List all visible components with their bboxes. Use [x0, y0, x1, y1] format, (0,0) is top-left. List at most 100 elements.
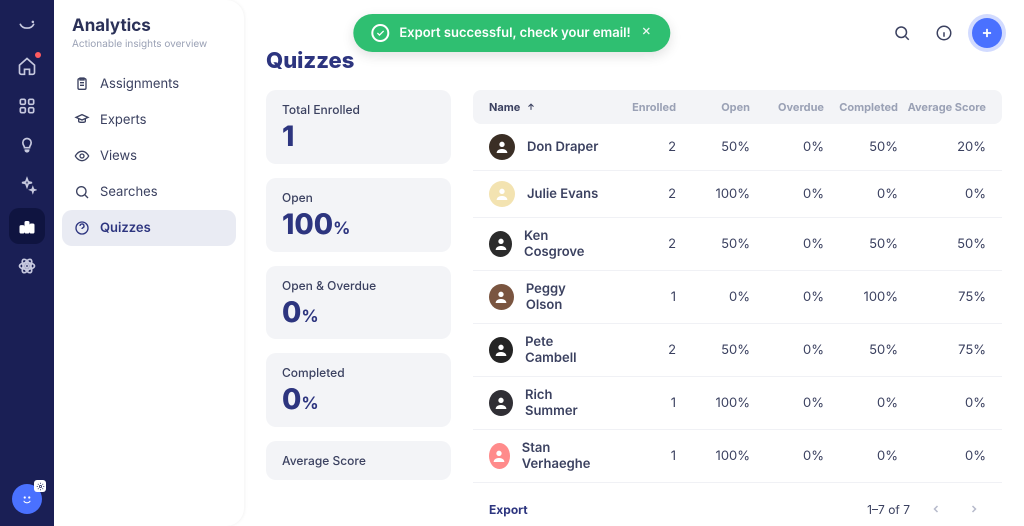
main: Quizzes Total Enrolled1Open100%Open & Ov…: [244, 0, 1024, 526]
sidebar-item-label: Searches: [100, 184, 158, 200]
cell-avg: 75%: [898, 289, 986, 305]
search-icon[interactable]: [888, 19, 916, 47]
table-row[interactable]: Julie Evans2100%0%0%0%: [473, 171, 1002, 218]
column-enrolled[interactable]: Enrolled: [602, 100, 676, 114]
pager-range: 1–7 of 7: [867, 502, 910, 517]
cell-open: 50%: [676, 236, 750, 252]
nav-rail: [0, 0, 54, 526]
avatar: [489, 337, 513, 363]
cell-avg: 20%: [898, 139, 986, 155]
table-row[interactable]: Ken Cosgrove250%0%50%50%: [473, 218, 1002, 271]
stat-card-open: Open 100%: [266, 178, 451, 252]
stat-card-completed: Completed 0%: [266, 353, 451, 427]
rail-atom[interactable]: [9, 248, 45, 284]
cell-overdue: 0%: [750, 289, 824, 305]
cell-overdue: 0%: [750, 395, 824, 411]
cell-enrolled: 1: [602, 448, 676, 464]
cell-name: Ken Cosgrove: [524, 228, 602, 260]
toast-message: Export successful, check your email!: [399, 25, 630, 41]
top-actions: [888, 18, 1002, 48]
stat-value: 0%: [282, 297, 435, 328]
check-icon: [371, 24, 389, 42]
export-button[interactable]: Export: [489, 502, 528, 517]
cell-completed: 100%: [824, 289, 898, 305]
cell-avg: 0%: [898, 448, 986, 464]
cell-avg: 75%: [898, 342, 986, 358]
sidebar-item-views[interactable]: Views: [62, 138, 236, 174]
column-open[interactable]: Open: [676, 100, 750, 114]
avatar: [489, 284, 514, 310]
avatar: [489, 231, 512, 257]
cell-open: 0%: [676, 289, 750, 305]
stat-value: 1: [282, 121, 435, 152]
sidebar-item-quizzes[interactable]: Quizzes: [62, 210, 236, 246]
cell-overdue: 0%: [750, 139, 824, 155]
avatar: [489, 390, 513, 416]
cell-completed: 0%: [824, 448, 898, 464]
submenu-subtitle: Actionable insights overview: [72, 38, 226, 50]
cell-enrolled: 2: [602, 342, 676, 358]
sidebar-item-label: Views: [100, 148, 137, 164]
cell-completed: 0%: [824, 186, 898, 202]
cell-avg: 0%: [898, 186, 986, 202]
cell-name: Rich Summer: [525, 387, 602, 419]
gear-icon: [34, 480, 46, 492]
cell-overdue: 0%: [750, 448, 824, 464]
rail-apps[interactable]: [9, 88, 45, 124]
cell-open: 100%: [676, 186, 750, 202]
sort-asc-icon: [526, 102, 536, 112]
cell-completed: 50%: [824, 236, 898, 252]
avatar: [489, 181, 515, 207]
table-row[interactable]: Pete Cambell250%0%50%75%: [473, 324, 1002, 377]
add-button[interactable]: [972, 18, 1002, 48]
cell-name: Julie Evans: [527, 186, 598, 202]
table-footer: Export 1–7 of 7: [473, 483, 1002, 526]
cell-name: Stan Verhaeghe: [522, 440, 602, 472]
cell-overdue: 0%: [750, 236, 824, 252]
cell-open: 100%: [676, 448, 750, 464]
rail-logo[interactable]: [9, 8, 45, 44]
rail-analytics[interactable]: [9, 208, 45, 244]
rail-knowledge[interactable]: [9, 128, 45, 164]
rail-user-avatar[interactable]: [12, 484, 42, 514]
stat-label: Average Score: [282, 453, 435, 468]
table-row[interactable]: Peggy Olson10%0%100%75%: [473, 271, 1002, 324]
sidebar-item-searches[interactable]: Searches: [62, 174, 236, 210]
stat-label: Total Enrolled: [282, 102, 435, 117]
stat-label: Open: [282, 190, 435, 205]
stat-card-average_score: Average Score: [266, 441, 451, 480]
pager-prev[interactable]: [924, 497, 948, 521]
column-name[interactable]: Name: [489, 100, 602, 114]
stat-value: 0%: [282, 384, 435, 415]
toast-close[interactable]: [641, 25, 653, 41]
sidebar-item-assignments[interactable]: Assignments: [62, 66, 236, 102]
column-completed[interactable]: Completed: [824, 100, 898, 114]
cell-enrolled: 2: [602, 236, 676, 252]
column-avg[interactable]: Average Score: [898, 100, 986, 114]
toast-success: Export successful, check your email!: [353, 14, 670, 52]
table-header: Name Enrolled Open Overdue Completed Ave…: [473, 90, 1002, 124]
info-icon[interactable]: [930, 19, 958, 47]
stat-card-total_enrolled: Total Enrolled 1: [266, 90, 451, 164]
sidebar-item-label: Experts: [100, 112, 147, 128]
stat-label: Completed: [282, 365, 435, 380]
stat-label: Open & Overdue: [282, 278, 435, 293]
cell-open: 50%: [676, 139, 750, 155]
column-name-label: Name: [489, 100, 520, 114]
rail-home[interactable]: [9, 48, 45, 84]
submenu: Analytics Actionable insights overview A…: [54, 0, 244, 526]
table-row[interactable]: Rich Summer1100%0%0%0%: [473, 377, 1002, 430]
sidebar-item-experts[interactable]: Experts: [62, 102, 236, 138]
rail-sparkle[interactable]: [9, 168, 45, 204]
avatar: [489, 134, 515, 160]
table: Name Enrolled Open Overdue Completed Ave…: [473, 90, 1002, 526]
stat-value: 100%: [282, 209, 435, 240]
column-overdue[interactable]: Overdue: [750, 100, 824, 114]
cell-name: Pete Cambell: [525, 334, 602, 366]
pager-next[interactable]: [962, 497, 986, 521]
table-row[interactable]: Don Draper250%0%50%20%: [473, 124, 1002, 171]
table-row[interactable]: Stan Verhaeghe1100%0%0%0%: [473, 430, 1002, 483]
cell-name: Peggy Olson: [526, 281, 602, 313]
cell-enrolled: 1: [602, 395, 676, 411]
cell-enrolled: 2: [602, 139, 676, 155]
